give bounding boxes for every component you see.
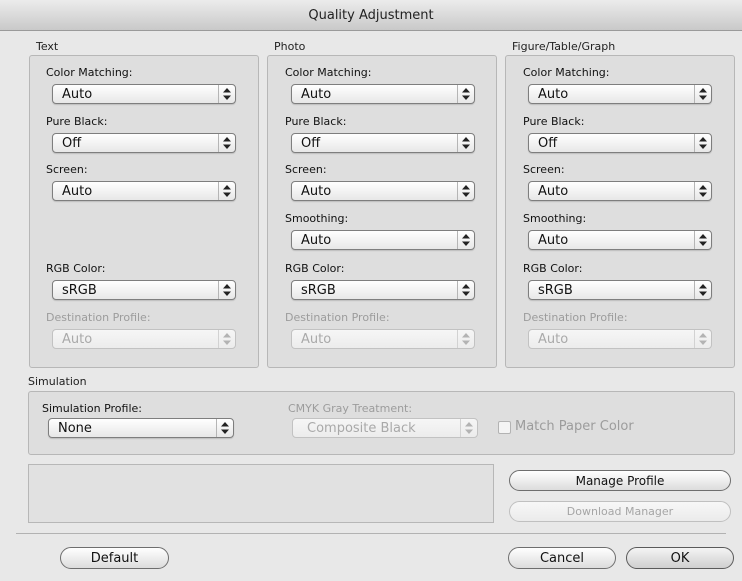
text-screen-value: Auto xyxy=(62,184,93,199)
up-down-arrows-icon xyxy=(694,85,711,103)
cmyk-gray-treatment-value: Composite Black xyxy=(307,421,416,436)
photo-destination-profile-label: Destination Profile: xyxy=(285,311,390,324)
message-area xyxy=(28,464,494,523)
match-paper-color-label: Match Paper Color xyxy=(515,419,634,434)
ok-button[interactable]: OK xyxy=(626,547,734,569)
figure-color-matching-label: Color Matching: xyxy=(523,66,610,79)
photo-smoothing-label: Smoothing: xyxy=(285,212,349,225)
up-down-arrows-icon xyxy=(457,85,474,103)
photo-screen-value: Auto xyxy=(301,184,332,199)
up-down-arrows-icon xyxy=(457,281,474,299)
figure-pure-black-popup[interactable]: Off xyxy=(528,133,712,153)
up-down-arrows-icon xyxy=(460,419,477,437)
text-pure-black-popup[interactable]: Off xyxy=(52,133,236,153)
photo-screen-popup[interactable]: Auto xyxy=(291,181,475,201)
figure-destination-profile-popup[interactable]: Auto xyxy=(528,329,712,349)
photo-screen-label: Screen: xyxy=(285,163,327,176)
match-paper-color-checkbox[interactable] xyxy=(498,421,511,434)
up-down-arrows-icon xyxy=(694,231,711,249)
photo-pure-black-value: Off xyxy=(301,136,321,151)
cancel-button-label: Cancel xyxy=(539,550,585,566)
figure-pure-black-label: Pure Black: xyxy=(523,115,585,128)
photo-group-title: Photo xyxy=(274,40,306,53)
up-down-arrows-icon xyxy=(218,330,235,348)
ok-button-label: OK xyxy=(670,550,690,566)
simulation-group-title: Simulation xyxy=(28,375,87,388)
simulation-profile-popup[interactable]: None xyxy=(48,418,234,438)
up-down-arrows-icon xyxy=(218,281,235,299)
photo-rgb-color-label: RGB Color: xyxy=(285,262,345,275)
up-down-arrows-icon xyxy=(457,330,474,348)
text-pure-black-value: Off xyxy=(62,136,82,151)
photo-smoothing-popup[interactable]: Auto xyxy=(291,230,475,250)
up-down-arrows-icon xyxy=(457,231,474,249)
up-down-arrows-icon xyxy=(694,281,711,299)
text-pure-black-label: Pure Black: xyxy=(46,115,108,128)
photo-pure-black-label: Pure Black: xyxy=(285,115,347,128)
text-group-title: Text xyxy=(36,40,59,53)
up-down-arrows-icon xyxy=(216,419,233,437)
text-screen-popup[interactable]: Auto xyxy=(52,181,236,201)
cmyk-gray-treatment-popup[interactable]: Composite Black xyxy=(292,418,478,438)
simulation-profile-value: None xyxy=(58,421,92,436)
text-destination-profile-value: Auto xyxy=(62,332,93,347)
cmyk-gray-treatment-label: CMYK Gray Treatment: xyxy=(288,402,413,415)
figure-smoothing-popup[interactable]: Auto xyxy=(528,230,712,250)
download-manager-button[interactable]: Download Manager xyxy=(509,501,731,522)
manage-profile-button-label: Manage Profile xyxy=(575,473,665,488)
up-down-arrows-icon xyxy=(218,85,235,103)
figure-smoothing-value: Auto xyxy=(538,233,569,248)
up-down-arrows-icon xyxy=(457,134,474,152)
figure-rgb-color-value: sRGB xyxy=(538,283,573,298)
manage-profile-button[interactable]: Manage Profile xyxy=(509,470,731,491)
up-down-arrows-icon xyxy=(218,134,235,152)
text-rgb-color-label: RGB Color: xyxy=(46,262,106,275)
window-title-bar: Quality Adjustment xyxy=(0,0,742,31)
up-down-arrows-icon xyxy=(457,182,474,200)
figure-smoothing-label: Smoothing: xyxy=(523,212,587,225)
window-title: Quality Adjustment xyxy=(308,7,434,23)
up-down-arrows-icon xyxy=(694,330,711,348)
photo-pure-black-popup[interactable]: Off xyxy=(291,133,475,153)
text-color-matching-popup[interactable]: Auto xyxy=(52,84,236,104)
cancel-button[interactable]: Cancel xyxy=(508,547,616,569)
figure-screen-value: Auto xyxy=(538,184,569,199)
photo-rgb-color-popup[interactable]: sRGB xyxy=(291,280,475,300)
figure-rgb-color-popup[interactable]: sRGB xyxy=(528,280,712,300)
footer-separator xyxy=(16,533,726,534)
figure-destination-profile-label: Destination Profile: xyxy=(523,311,628,324)
photo-color-matching-popup[interactable]: Auto xyxy=(291,84,475,104)
text-color-matching-value: Auto xyxy=(62,87,93,102)
download-manager-button-label: Download Manager xyxy=(566,505,674,518)
photo-destination-profile-value: Auto xyxy=(301,332,332,347)
figure-screen-label: Screen: xyxy=(523,163,565,176)
text-screen-label: Screen: xyxy=(46,163,88,176)
figure-pure-black-value: Off xyxy=(538,136,558,151)
figure-rgb-color-label: RGB Color: xyxy=(523,262,583,275)
text-color-matching-label: Color Matching: xyxy=(46,66,133,79)
figure-color-matching-popup[interactable]: Auto xyxy=(528,84,712,104)
text-destination-profile-popup[interactable]: Auto xyxy=(52,329,236,349)
photo-color-matching-value: Auto xyxy=(301,87,332,102)
photo-color-matching-label: Color Matching: xyxy=(285,66,372,79)
default-button-label: Default xyxy=(90,550,139,566)
photo-rgb-color-value: sRGB xyxy=(301,283,336,298)
photo-smoothing-value: Auto xyxy=(301,233,332,248)
text-rgb-color-popup[interactable]: sRGB xyxy=(52,280,236,300)
default-button[interactable]: Default xyxy=(60,547,169,569)
up-down-arrows-icon xyxy=(694,182,711,200)
photo-destination-profile-popup[interactable]: Auto xyxy=(291,329,475,349)
up-down-arrows-icon xyxy=(218,182,235,200)
figure-group-title: Figure/Table/Graph xyxy=(512,40,616,53)
figure-color-matching-value: Auto xyxy=(538,87,569,102)
figure-destination-profile-value: Auto xyxy=(538,332,569,347)
up-down-arrows-icon xyxy=(694,134,711,152)
text-destination-profile-label: Destination Profile: xyxy=(46,311,151,324)
text-rgb-color-value: sRGB xyxy=(62,283,97,298)
simulation-profile-label: Simulation Profile: xyxy=(42,402,142,415)
figure-screen-popup[interactable]: Auto xyxy=(528,181,712,201)
